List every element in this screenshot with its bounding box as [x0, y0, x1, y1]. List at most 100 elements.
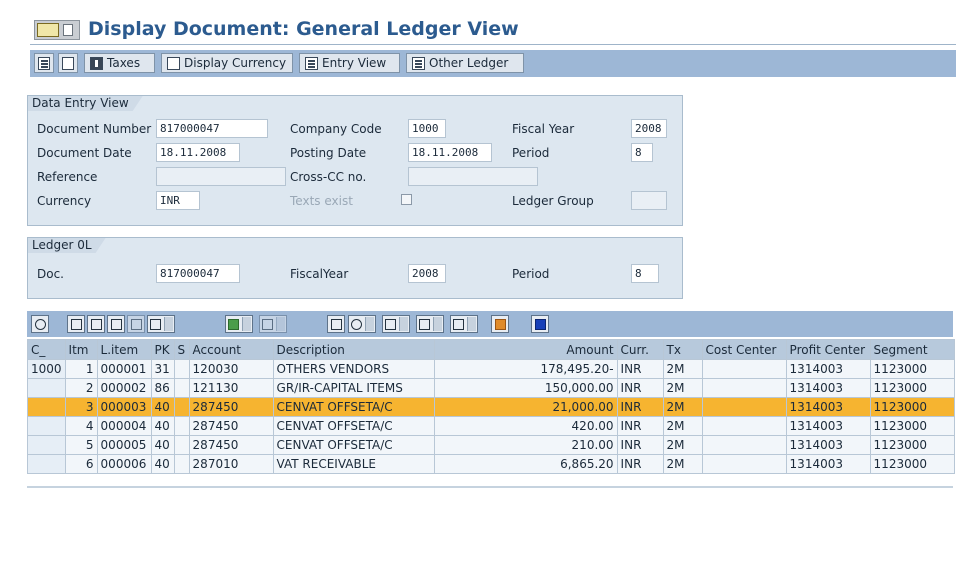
- table-row[interactable]: 6 000006 40 287010 VAT RECEIVABLE 6,865.…: [27, 454, 955, 474]
- cell-description: CENVAT OFFSETA/C: [272, 397, 435, 417]
- cell-line-item: 000004: [96, 416, 152, 436]
- print-preview-button[interactable]: [327, 315, 345, 333]
- cell-item: 1: [64, 359, 98, 379]
- sum-icon: [228, 318, 239, 330]
- reference-field[interactable]: [156, 167, 286, 186]
- display-options-icon: [453, 318, 464, 330]
- period-field[interactable]: 8: [631, 143, 653, 162]
- table-row[interactable]: 2 000002 86 121130 GR/IR-CAPITAL ITEMS 1…: [27, 378, 955, 398]
- col-header-segment[interactable]: Segment: [869, 339, 955, 360]
- company-code-field[interactable]: 1000: [408, 119, 446, 138]
- details-button[interactable]: [31, 315, 49, 333]
- col-header-currency[interactable]: Curr.: [616, 339, 664, 360]
- col-header-account[interactable]: Account: [188, 339, 274, 360]
- copy-document-button[interactable]: [34, 53, 54, 73]
- cell-account: 287450: [188, 416, 274, 436]
- cell-account: 121130: [188, 378, 274, 398]
- cell-status: [173, 378, 190, 398]
- entry-view-label: Entry View: [322, 56, 387, 70]
- cell-currency: INR: [616, 435, 664, 455]
- find-next-icon: [130, 318, 142, 330]
- cell-currency: INR: [616, 359, 664, 379]
- fiscal-year-field[interactable]: 2008: [631, 119, 667, 138]
- sort-descending-button[interactable]: [87, 315, 105, 333]
- cell-profit-center: 1314003: [785, 454, 871, 474]
- document-number-field[interactable]: 817000047: [156, 119, 268, 138]
- col-header-status[interactable]: S: [173, 339, 190, 360]
- ledger-fiscal-year-label: FiscalYear: [290, 267, 349, 281]
- cell-segment: 1123000: [869, 454, 955, 474]
- table-row[interactable]: 5 000005 40 287450 CENVAT OFFSETA/C 210.…: [27, 435, 955, 455]
- ledger-group-field[interactable]: [631, 191, 667, 210]
- col-header-line-item[interactable]: L.item: [96, 339, 152, 360]
- graphic-button[interactable]: [491, 315, 509, 333]
- cell-profit-center: 1314003: [785, 435, 871, 455]
- info-icon: [534, 318, 546, 330]
- table-row[interactable]: 1000 1 000001 31 120030 OTHERS VENDORS 1…: [27, 359, 955, 379]
- ledger-title: Ledger 0L: [28, 238, 106, 253]
- col-header-description[interactable]: Description: [272, 339, 435, 360]
- total-button[interactable]: [225, 315, 253, 333]
- print-icon: [62, 56, 74, 70]
- cell-company: [27, 454, 66, 474]
- cell-cost-center: [701, 454, 787, 474]
- cell-tax: 2M: [662, 416, 703, 436]
- ledger-doc-field[interactable]: 817000047: [156, 264, 240, 283]
- taxes-button[interactable]: Taxes: [84, 53, 155, 73]
- cell-line-item: 000001: [96, 359, 152, 379]
- sort-ascending-button[interactable]: [67, 315, 85, 333]
- table-row[interactable]: 4 000004 40 287450 CENVAT OFFSETA/C 420.…: [27, 416, 955, 436]
- ledger-period-field[interactable]: 8: [631, 264, 659, 283]
- display-options-button[interactable]: [450, 315, 478, 333]
- cell-profit-center: 1314003: [785, 397, 871, 417]
- display-currency-button[interactable]: Display Currency: [161, 53, 293, 73]
- other-ledger-button[interactable]: Other Ledger: [406, 53, 524, 73]
- col-header-cost-center[interactable]: Cost Center: [701, 339, 787, 360]
- table-header-row: C_ Itm L.item PK S Account Description A…: [27, 339, 955, 360]
- document-number-label: Document Number: [37, 122, 152, 136]
- export-button[interactable]: [382, 315, 410, 333]
- title-menu-icon[interactable]: [34, 20, 80, 40]
- cell-status: [173, 454, 190, 474]
- other-ledger-icon: [412, 56, 425, 70]
- filter-button[interactable]: [147, 315, 175, 333]
- information-button[interactable]: [531, 315, 549, 333]
- sort-descending-icon: [90, 318, 102, 330]
- cell-status: [173, 435, 190, 455]
- currency-label: Currency: [37, 194, 92, 208]
- cell-currency: INR: [616, 397, 664, 417]
- posting-date-field[interactable]: 18.11.2008: [408, 143, 492, 162]
- display-currency-label: Display Currency: [184, 56, 287, 70]
- subtotal-button[interactable]: [259, 315, 287, 333]
- currency-field[interactable]: INR: [156, 191, 200, 210]
- col-header-company[interactable]: C_: [27, 339, 66, 360]
- texts-exist-checkbox[interactable]: [401, 194, 412, 205]
- find-next-button[interactable]: [127, 315, 145, 333]
- ledger-fiscal-year-field[interactable]: 2008: [408, 264, 446, 283]
- views-button[interactable]: [348, 315, 376, 333]
- document-date-field[interactable]: 18.11.2008: [156, 143, 240, 162]
- cell-status: [173, 359, 190, 379]
- sort-ascending-icon: [70, 318, 82, 330]
- col-header-item[interactable]: Itm: [64, 339, 98, 360]
- entry-view-button[interactable]: Entry View: [299, 53, 400, 73]
- views-icon: [351, 318, 362, 330]
- print-document-button[interactable]: [58, 53, 78, 73]
- cell-amount: 21,000.00: [433, 397, 618, 417]
- cell-tax: 2M: [662, 435, 703, 455]
- cell-account: 287450: [188, 435, 274, 455]
- application-toolbar: Taxes Display Currency Entry View Other …: [30, 50, 956, 77]
- cell-segment: 1123000: [869, 435, 955, 455]
- cell-description: CENVAT OFFSETA/C: [272, 435, 435, 455]
- layout-button[interactable]: [416, 315, 444, 333]
- col-header-profit-center[interactable]: Profit Center: [785, 339, 871, 360]
- find-button[interactable]: [107, 315, 125, 333]
- col-header-posting-key[interactable]: PK: [150, 339, 175, 360]
- cell-account: 287450: [188, 397, 274, 417]
- table-row-selected[interactable]: 3 000003 40 287450 CENVAT OFFSETA/C 21,0…: [27, 397, 955, 417]
- cell-posting-key: 40: [150, 416, 175, 436]
- col-header-tax[interactable]: Tx: [662, 339, 703, 360]
- col-header-amount[interactable]: Amount: [433, 339, 618, 360]
- data-entry-view-title: Data Entry View: [28, 96, 143, 111]
- cross-cc-field[interactable]: [408, 167, 538, 186]
